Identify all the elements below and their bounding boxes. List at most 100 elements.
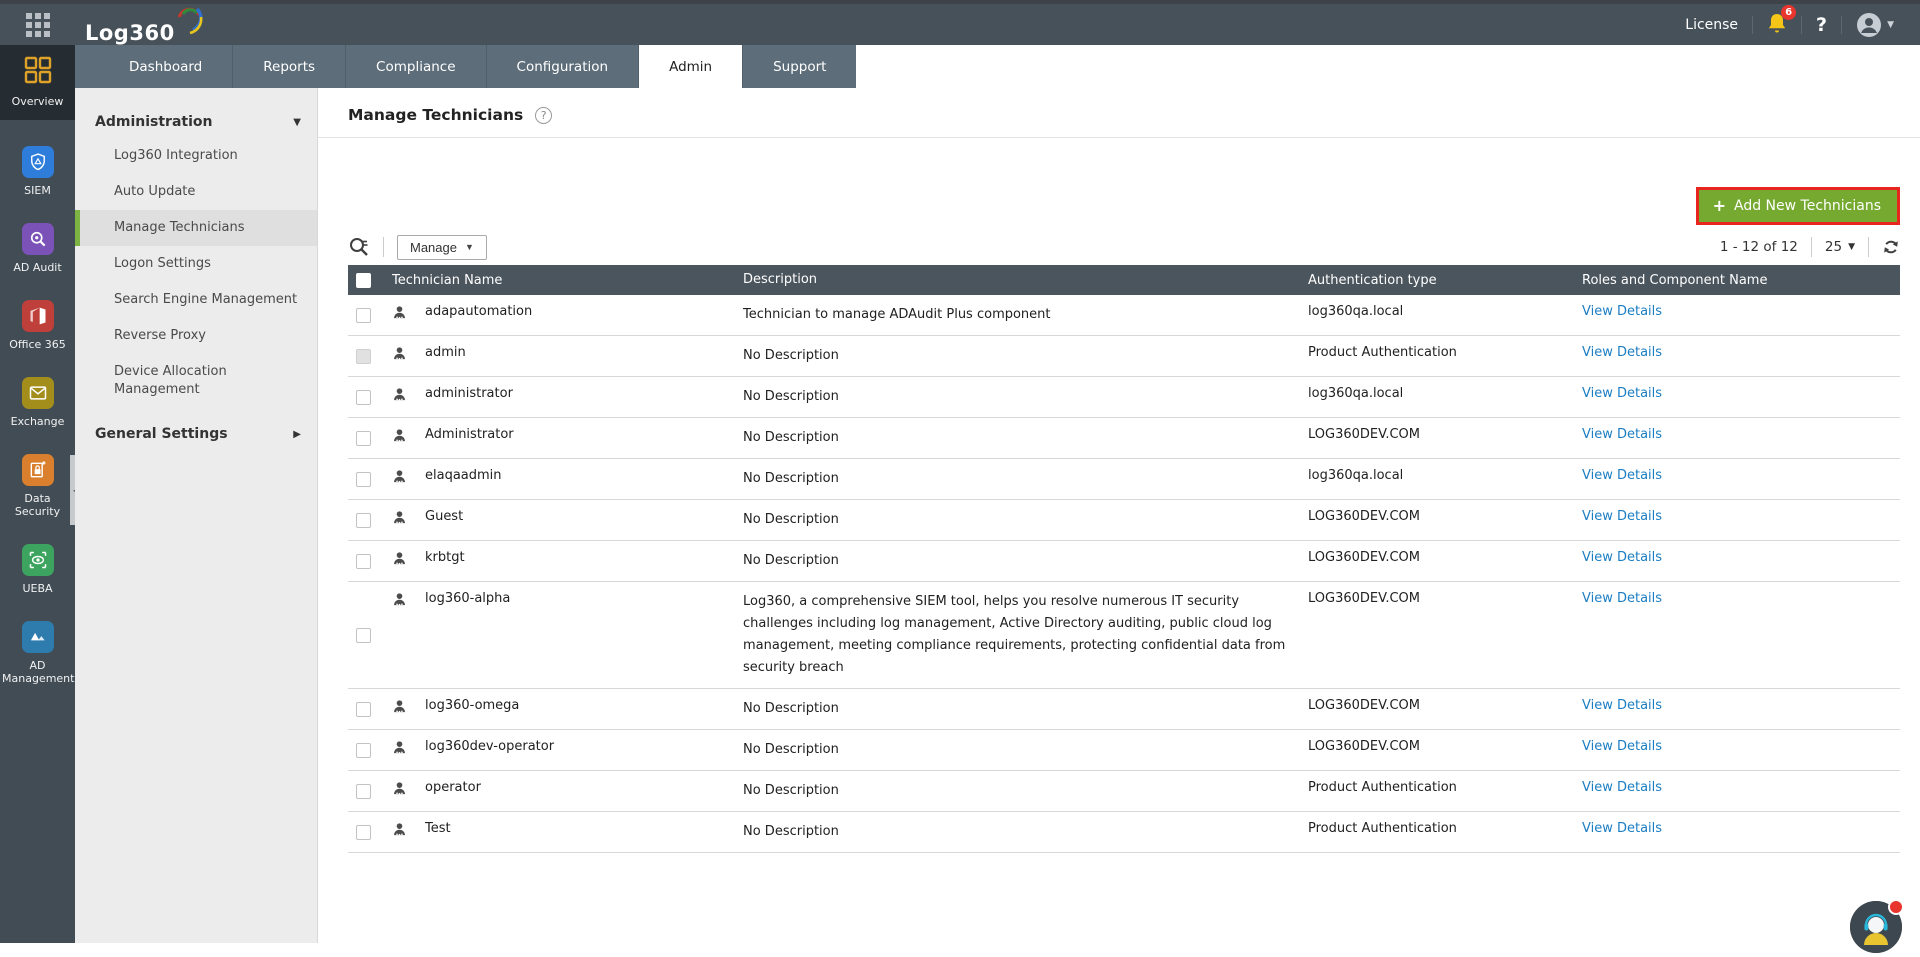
description-cell: Log360, a comprehensive SIEM tool, helps… [743,582,1308,688]
page-size-dropdown[interactable]: 25 ▼ [1825,239,1855,255]
description-text: No Description [743,550,839,572]
view-details-link[interactable]: View Details [1582,780,1662,795]
sidebar-item-ad-management[interactable]: AD Management [0,621,75,685]
view-details-link[interactable]: View Details [1582,739,1662,754]
column-search-icon[interactable] [348,236,370,258]
sidebar-item-data-security[interactable]: Data Security [0,454,75,518]
row-checkbox[interactable] [356,431,371,446]
row-checkbox[interactable] [356,513,371,528]
module-sidebar: Overview SIEM AD Audit Office 365 Exchange Da… [0,45,75,943]
page-title: Manage Technicians [348,106,523,124]
row-checkbox[interactable] [356,308,371,323]
help-icon[interactable]: ? [1816,14,1827,36]
row-checkbox[interactable] [356,825,371,840]
menu-item-manage-technicians[interactable]: Manage Technicians [75,210,317,246]
authentication-type-cell: LOG360DEV.COM [1308,541,1582,581]
top-bar: Log360 License 6 ? [0,0,1920,45]
row-checkbox[interactable] [356,628,371,643]
view-details-link[interactable]: View Details [1582,509,1662,524]
apps-grid-icon[interactable] [0,12,75,38]
authentication-type: Product Authentication [1308,780,1457,795]
technician-name-cell: adapautomation [392,295,743,335]
support-chat-button[interactable] [1850,901,1902,953]
view-details-link[interactable]: View Details [1582,821,1662,836]
topbar-separator [1801,16,1802,34]
authentication-type-cell: Product Authentication [1308,812,1582,852]
description-cell: No Description [743,812,1308,852]
menu-item-logon-settings[interactable]: Logon Settings [75,246,317,282]
log360-logo[interactable]: Log360 [85,5,203,45]
sidebar-item-ueba[interactable]: UEBA [0,544,75,595]
tab-dashboard[interactable]: Dashboard [99,45,232,88]
authentication-type: LOG360DEV.COM [1308,698,1420,713]
user-menu[interactable]: ▼ [1856,12,1894,38]
page-help-icon[interactable]: ? [535,107,552,124]
table-row: GuestNo DescriptionLOG360DEV.COMView Det… [348,500,1900,541]
column-header-authentication-type[interactable]: Authentication type [1308,273,1437,288]
description-cell: No Description [743,377,1308,417]
table-row: log360dev-operator No DescriptionLOG360DE… [348,730,1900,771]
menu-item-reverse-proxy[interactable]: Reverse Proxy [75,318,317,354]
column-header-technician-name[interactable]: Technician Name [392,273,502,288]
tab-support[interactable]: Support [742,45,856,88]
menu-item-auto-update[interactable]: Auto Update [75,174,317,210]
sidebar-item-ad-audit[interactable]: AD Audit [0,223,75,274]
row-checkbox[interactable] [356,702,371,717]
menu-section-label: Administration [95,114,212,130]
technician-name: log360dev-operator [425,739,554,754]
tab-configuration[interactable]: Configuration [486,45,639,88]
sidebar-item-exchange[interactable]: Exchange [0,377,75,428]
tab-compliance[interactable]: Compliance [345,45,485,88]
sidebar-item-office-365[interactable]: Office 365 [0,300,75,351]
topbar-separator [1752,16,1753,34]
shield-icon [22,146,54,178]
column-header-description[interactable]: Description [743,269,817,291]
view-details-link[interactable]: View Details [1582,304,1662,319]
view-details-link[interactable]: View Details [1582,550,1662,565]
row-checkbox[interactable] [356,554,371,569]
description-text: No Description [743,345,839,367]
notifications-bell-icon[interactable]: 6 [1767,12,1787,38]
view-details-link[interactable]: View Details [1582,468,1662,483]
tab-admin[interactable]: Admin [638,45,742,88]
authentication-type-cell: log360qa.local [1308,459,1582,499]
eye-icon [22,544,54,576]
main-content: Manage Technicians ? + Add New Technicia… [318,88,1920,943]
column-header-roles[interactable]: Roles and Component Name [1582,273,1767,288]
menu-item-device-allocation-management[interactable]: Device Allocation Management [75,354,317,408]
sidebar-item-overview[interactable]: Overview [0,45,75,120]
row-checkbox[interactable] [356,472,371,487]
view-details-link[interactable]: View Details [1582,427,1662,442]
menu-item-log360-integration[interactable]: Log360 Integration [75,138,317,174]
row-checkbox[interactable] [356,390,371,405]
menu-section-general-settings[interactable]: General Settings ▶ [75,418,317,450]
menu-item-search-engine-management[interactable]: Search Engine Management [75,282,317,318]
license-link[interactable]: License [1685,17,1738,33]
description-cell: No Description [743,730,1308,770]
menu-section-administration[interactable]: Administration ▼ [75,106,317,138]
manage-dropdown-button[interactable]: Manage ▼ [397,235,487,260]
office365-icon [22,300,54,332]
authentication-type-cell: Product Authentication [1308,771,1582,811]
avatar-icon [1856,12,1882,38]
row-checkbox-cell [348,730,392,770]
refresh-icon[interactable] [1882,238,1900,256]
authentication-type: log360qa.local [1308,386,1403,401]
description-cell: Technician to manage ADAudit Plus compon… [743,295,1308,335]
view-details-link[interactable]: View Details [1582,591,1662,606]
toolbar-separator [1811,237,1812,257]
technician-name: krbtgt [425,550,465,565]
row-checkbox[interactable] [356,743,371,758]
row-checkbox[interactable] [356,784,371,799]
person-icon [392,387,407,406]
tab-reports[interactable]: Reports [232,45,345,88]
technician-name-cell: operator [392,771,743,811]
view-details-link[interactable]: View Details [1582,698,1662,713]
authentication-type-cell: LOG360DEV.COM [1308,730,1582,770]
view-details-link[interactable]: View Details [1582,386,1662,401]
select-all-checkbox[interactable] [356,273,371,288]
view-details-link[interactable]: View Details [1582,345,1662,360]
roles-cell: View Details [1582,459,1900,499]
sidebar-item-siem[interactable]: SIEM [0,146,75,197]
add-new-technicians-button[interactable]: + Add New Technicians [1699,190,1897,222]
